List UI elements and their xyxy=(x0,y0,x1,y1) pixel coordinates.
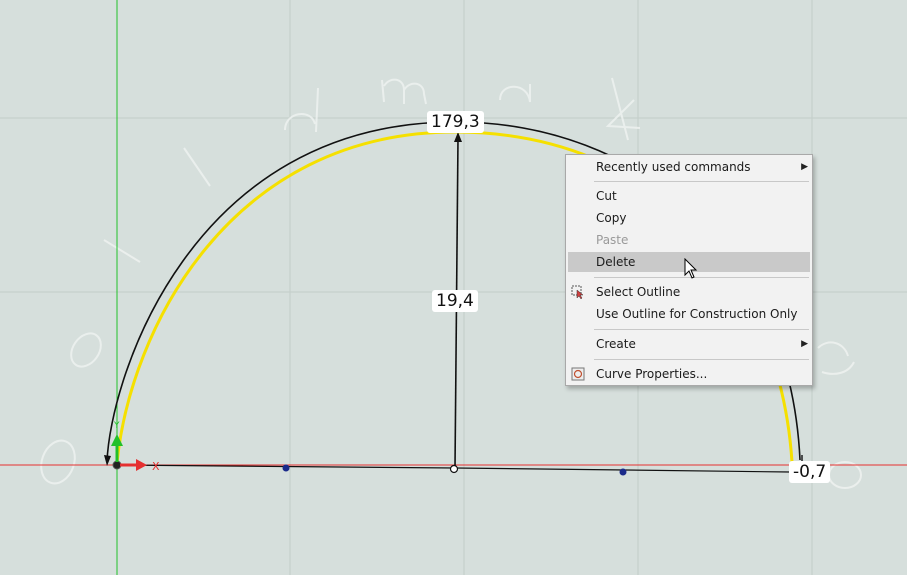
menu-label: Create xyxy=(596,337,636,351)
menu-item-use-outline-construction[interactable]: Use Outline for Construction Only xyxy=(568,304,810,324)
dimension-arrow-left xyxy=(104,455,111,466)
menu-item-recently-used[interactable]: Recently used commands ▶ xyxy=(568,157,810,177)
offset-dimension-label[interactable]: -0,7 xyxy=(789,461,831,483)
menu-item-create[interactable]: Create ▶ xyxy=(568,334,810,354)
x-axis-label: X xyxy=(152,460,160,473)
properties-icon xyxy=(571,367,585,381)
menu-label: Cut xyxy=(596,189,617,203)
menu-separator xyxy=(594,359,809,360)
menu-label: Delete xyxy=(596,255,636,269)
mouse-cursor-icon xyxy=(684,258,698,279)
origin-point[interactable] xyxy=(112,460,122,470)
menu-item-cut[interactable]: Cut xyxy=(568,186,810,206)
sketch-point-mid[interactable] xyxy=(449,464,459,474)
menu-item-copy[interactable]: Copy xyxy=(568,208,810,228)
menu-label: Curve Properties... xyxy=(596,367,708,381)
sketch-point[interactable] xyxy=(282,464,290,472)
sketch-point[interactable] xyxy=(619,468,627,476)
menu-label: Copy xyxy=(596,211,627,225)
menu-item-select-outline[interactable]: Select Outline xyxy=(568,282,810,302)
menu-label: Recently used commands xyxy=(596,160,751,174)
menu-item-paste: Paste xyxy=(568,230,810,250)
menu-label: Select Outline xyxy=(596,285,681,299)
origin-x-arrow xyxy=(136,459,147,471)
submenu-arrow-icon: ▶ xyxy=(801,162,808,172)
menu-item-curve-properties[interactable]: Curve Properties... xyxy=(568,364,810,384)
menu-separator xyxy=(594,329,809,330)
select-outline-icon xyxy=(571,285,584,299)
angle-dimension-label[interactable]: 179,3 xyxy=(427,111,484,133)
menu-separator xyxy=(594,181,809,182)
menu-label: Use Outline for Construction Only xyxy=(596,307,798,321)
y-axis-label: Y xyxy=(113,421,120,431)
submenu-arrow-icon: ▶ xyxy=(801,339,808,349)
menu-label: Paste xyxy=(596,233,629,247)
menu-separator xyxy=(594,277,809,278)
height-dimension-label[interactable]: 19,4 xyxy=(432,290,478,312)
